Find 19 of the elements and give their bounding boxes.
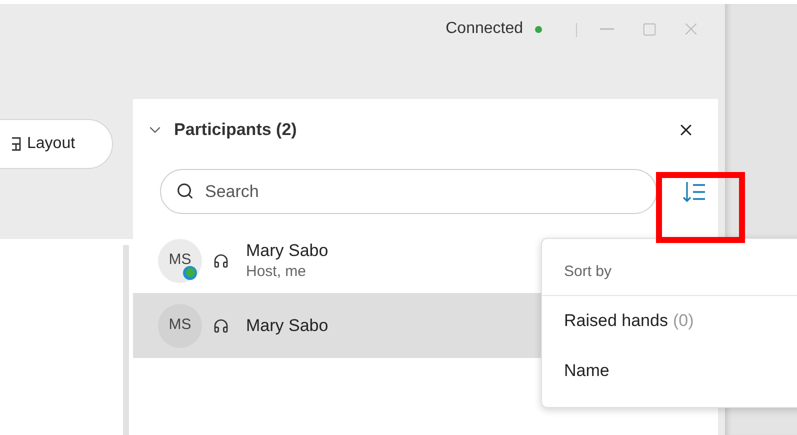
sort-icon[interactable] [682, 180, 706, 202]
maximize-icon [642, 22, 656, 36]
participant-name: Mary Sabo [246, 240, 328, 262]
layout-button[interactable]: Layout [0, 119, 113, 169]
headset-icon [213, 318, 229, 334]
search-field[interactable]: Search [160, 169, 657, 214]
menu-heading: Sort by [564, 262, 612, 282]
participant-role: Host, me [246, 262, 308, 282]
avatar-initials: MS [168, 315, 192, 336]
avatar-initials: MS [168, 250, 192, 270]
panel-title: Participants (2) [174, 119, 297, 142]
participant-name: Mary Sabo [246, 314, 328, 336]
minimize-icon [600, 28, 614, 30]
connection-status: Connected [446, 19, 523, 39]
search-icon [176, 182, 194, 200]
layout-icon [11, 137, 21, 151]
raised-hands-count: (0) [672, 310, 694, 332]
scrollbar[interactable] [123, 245, 129, 435]
headset-icon [213, 252, 229, 268]
